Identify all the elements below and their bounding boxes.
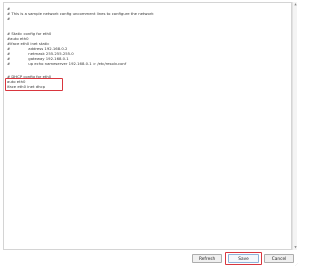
editor-line: # [7,16,11,21]
dhcp-lines-highlight [5,78,63,91]
vertical-scrollbar[interactable]: ▲ ▼ [292,2,297,250]
editor-line: # This is a sample network config uncomm… [7,11,154,16]
scroll-up-icon[interactable]: ▲ [293,2,298,7]
resize-grip-icon[interactable]: ⋰ [295,262,299,266]
cancel-button[interactable]: Cancel [264,254,294,263]
config-text-editor[interactable]: # # This is a sample network config unco… [3,2,292,250]
refresh-button[interactable]: Refresh [192,254,222,263]
scroll-down-icon[interactable]: ▼ [293,245,298,250]
network-config-window: # # This is a sample network config unco… [0,0,300,266]
save-button-highlight [225,252,262,265]
editor-line: # up echo nameserver 192.168.0.1 > /etc/… [7,61,127,66]
